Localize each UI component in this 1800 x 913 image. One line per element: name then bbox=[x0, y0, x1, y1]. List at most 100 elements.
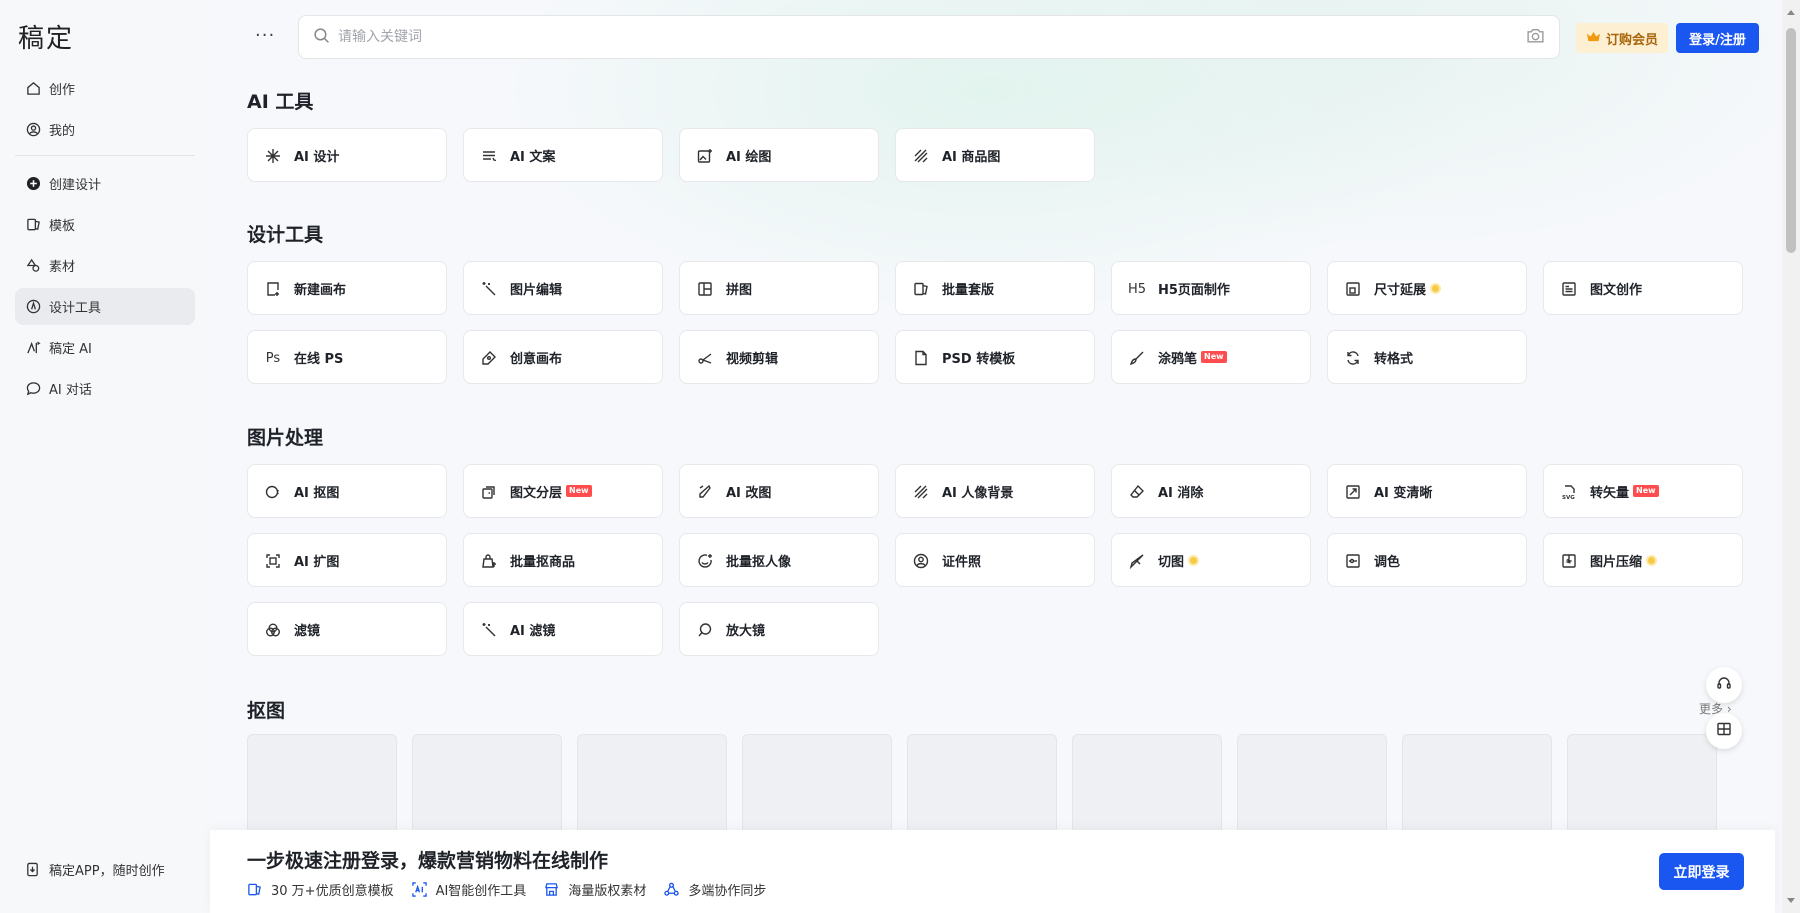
tool-card-ai-modify[interactable]: AI 改图 bbox=[679, 464, 879, 518]
tool-card-ai-portrait-bg[interactable]: AI 人像背景 bbox=[895, 464, 1095, 518]
tool-card-video-edit[interactable]: 视频剪辑 bbox=[679, 330, 879, 384]
feedback-button[interactable] bbox=[1706, 713, 1742, 749]
tool-card-slice[interactable]: 切图 bbox=[1111, 533, 1311, 587]
tool-card-label: AI 变清晰 bbox=[1374, 485, 1433, 501]
app-link-label: 稿定APP，随时创作 bbox=[49, 864, 165, 879]
template-icon bbox=[25, 217, 41, 233]
pen-nib-icon bbox=[480, 349, 498, 367]
tool-card-batch-product-cutout[interactable]: 批量抠商品 bbox=[463, 533, 663, 587]
cutout-thumbnail[interactable] bbox=[907, 734, 1057, 834]
cutout-thumbnail[interactable] bbox=[742, 734, 892, 834]
magic-wand-icon bbox=[480, 621, 498, 639]
image-sparkle-icon bbox=[696, 147, 714, 165]
sidebar-item-mine[interactable]: 我的 bbox=[15, 111, 195, 148]
vip-badge bbox=[1188, 554, 1200, 566]
scrollbar-thumb[interactable] bbox=[1786, 28, 1796, 253]
edit-image-icon bbox=[696, 483, 714, 501]
tool-card-ai-erase[interactable]: AI 消除 bbox=[1111, 464, 1311, 518]
document-icon bbox=[1560, 280, 1578, 298]
vertical-scrollbar[interactable] bbox=[1782, 0, 1800, 913]
tool-card-label: AI 商品图 bbox=[942, 149, 1001, 165]
main-content: ··· 订购会员 登录/注册 AI 工具 AI 设计 AI 文案 AI 绘图 A… bbox=[210, 0, 1775, 913]
sidebar-item-label: 设计工具 bbox=[49, 301, 102, 316]
ai-icon bbox=[25, 340, 41, 356]
more-menu-button[interactable]: ··· bbox=[255, 25, 275, 46]
tool-card-graphic-creation[interactable]: 图文创作 bbox=[1543, 261, 1743, 315]
cutout-thumbnail[interactable] bbox=[247, 734, 397, 834]
tool-card-ai-expand[interactable]: AI 扩图 bbox=[247, 533, 447, 587]
tool-card-online-ps[interactable]: Ps 在线 PS bbox=[247, 330, 447, 384]
resize-icon bbox=[1344, 280, 1362, 298]
tool-card-label: 图片压缩 bbox=[1590, 554, 1643, 570]
tool-card-label: 放大镜 bbox=[726, 623, 766, 639]
stripes-icon bbox=[912, 147, 930, 165]
vip-badge bbox=[1430, 282, 1442, 294]
sidebar-item-design-tools[interactable]: 设计工具 bbox=[15, 288, 195, 325]
tool-card-ai-paint[interactable]: AI 绘图 bbox=[679, 128, 879, 182]
new-badge: New bbox=[1201, 351, 1227, 363]
tool-card-ai-enhance[interactable]: AI 变清晰 bbox=[1327, 464, 1527, 518]
cutout-icon bbox=[264, 483, 282, 501]
tool-card-convert-format[interactable]: 转格式 bbox=[1327, 330, 1527, 384]
tool-card-id-photo[interactable]: 证件照 bbox=[895, 533, 1095, 587]
tool-card-label: 图片编辑 bbox=[510, 282, 563, 298]
tool-card-creative-canvas[interactable]: 创意画布 bbox=[463, 330, 663, 384]
login-register-button[interactable]: 登录/注册 bbox=[1676, 23, 1759, 53]
cutout-thumbnail[interactable] bbox=[1072, 734, 1222, 834]
camera-icon[interactable] bbox=[1526, 27, 1545, 48]
tool-card-batch-portrait-cutout[interactable]: 批量抠人像 bbox=[679, 533, 879, 587]
banner-feature-label: 海量版权素材 bbox=[568, 884, 647, 899]
tool-card-collage[interactable]: 拼图 bbox=[679, 261, 879, 315]
sidebar-item-materials[interactable]: 素材 bbox=[15, 247, 195, 284]
tool-card-ai-filter[interactable]: AI 滤镜 bbox=[463, 602, 663, 656]
tool-card-label: 涂鸦笔 bbox=[1158, 351, 1198, 367]
scroll-down-arrow-icon[interactable] bbox=[1787, 898, 1795, 903]
subscribe-vip-button[interactable]: 订购会员 bbox=[1576, 23, 1668, 53]
new-canvas-icon bbox=[264, 280, 282, 298]
tool-card-h5-page[interactable]: H5 H5页面制作 bbox=[1111, 261, 1311, 315]
tool-card-ai-design[interactable]: AI 设计 bbox=[247, 128, 447, 182]
tool-card-label: AI 滤镜 bbox=[510, 623, 556, 639]
cutout-thumbnail[interactable] bbox=[1237, 734, 1387, 834]
home-icon bbox=[25, 81, 41, 97]
sidebar-item-create-design[interactable]: 创建设计 bbox=[15, 165, 195, 202]
magnifier-icon bbox=[696, 621, 714, 639]
tool-card-ai-product[interactable]: AI 商品图 bbox=[895, 128, 1095, 182]
tool-card-layer-split[interactable]: 图文分层 New bbox=[463, 464, 663, 518]
batch-template-icon bbox=[912, 280, 930, 298]
tool-card-image-compress[interactable]: 图片压缩 bbox=[1543, 533, 1743, 587]
crown-icon bbox=[1586, 30, 1601, 47]
tool-card-image-edit[interactable]: 图片编辑 bbox=[463, 261, 663, 315]
tool-card-magnifier[interactable]: 放大镜 bbox=[679, 602, 879, 656]
tool-card-ai-copy[interactable]: AI 文案 bbox=[463, 128, 663, 182]
sidebar-item-templates[interactable]: 模板 bbox=[15, 206, 195, 243]
cutout-thumbnail[interactable] bbox=[577, 734, 727, 834]
tool-card-color-adjust[interactable]: 调色 bbox=[1327, 533, 1527, 587]
search-input[interactable] bbox=[338, 29, 1526, 45]
sidebar-item-ai-chat[interactable]: AI 对话 bbox=[15, 370, 195, 407]
tool-card-ai-cutout[interactable]: AI 抠图 bbox=[247, 464, 447, 518]
tool-card-filter[interactable]: 滤镜 bbox=[247, 602, 447, 656]
customer-service-button[interactable] bbox=[1706, 667, 1742, 703]
tool-card-vectorize[interactable]: SVG 转矢量 New bbox=[1543, 464, 1743, 518]
tool-card-psd-to-template[interactable]: PSD 转模板 bbox=[895, 330, 1095, 384]
tool-card-new-canvas[interactable]: 新建画布 bbox=[247, 261, 447, 315]
tool-card-batch-template[interactable]: 批量套版 bbox=[895, 261, 1095, 315]
cutout-thumbnail[interactable] bbox=[412, 734, 562, 834]
download-app-link[interactable]: 稿定APP，随时创作 bbox=[25, 860, 165, 879]
enhance-icon bbox=[1344, 483, 1362, 501]
nav-divider bbox=[15, 155, 195, 156]
app-logo[interactable]: 稿定 bbox=[18, 18, 74, 55]
chat-icon bbox=[25, 381, 41, 397]
vip-badge bbox=[1646, 554, 1658, 566]
compass-icon bbox=[25, 299, 41, 315]
tool-card-resize[interactable]: 尺寸延展 bbox=[1327, 261, 1527, 315]
sidebar-item-create[interactable]: 创作 bbox=[15, 70, 195, 107]
login-now-button[interactable]: 立即登录 bbox=[1659, 853, 1744, 890]
cutout-thumbnail[interactable] bbox=[1402, 734, 1552, 834]
scroll-up-arrow-icon[interactable] bbox=[1787, 10, 1795, 15]
cutout-thumbnail[interactable] bbox=[1567, 734, 1717, 834]
vip-label: 订购会员 bbox=[1605, 32, 1658, 48]
tool-card-doodle-pen[interactable]: 涂鸦笔 New bbox=[1111, 330, 1311, 384]
sidebar-item-gaoding-ai[interactable]: 稿定 AI bbox=[15, 329, 195, 366]
